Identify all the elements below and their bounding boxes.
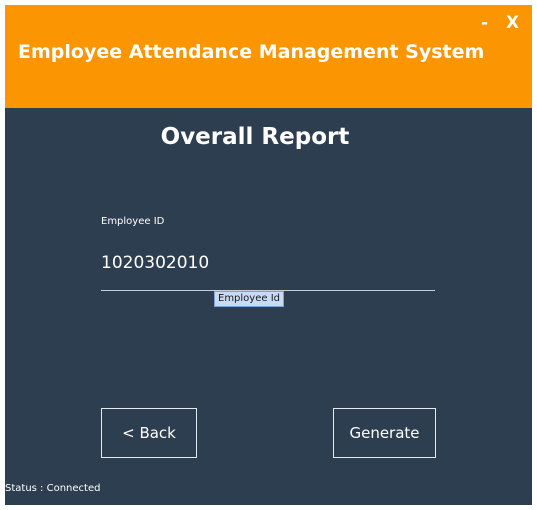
employee-id-label: Employee ID — [101, 216, 165, 227]
app-window: Employee Attendance Management System - … — [5, 5, 532, 505]
title-bar: Employee Attendance Management System - … — [5, 5, 532, 108]
employee-id-input[interactable] — [101, 247, 435, 291]
minimize-button[interactable]: - — [481, 13, 488, 33]
back-button[interactable]: < Back — [101, 408, 197, 458]
employee-id-tooltip: Employee Id — [214, 291, 285, 307]
close-button[interactable]: X — [506, 13, 519, 33]
status-text: Status : Connected — [5, 483, 101, 494]
app-title: Employee Attendance Management System — [18, 41, 485, 63]
page-title: Overall Report — [160, 124, 350, 150]
generate-button[interactable]: Generate — [333, 408, 436, 458]
